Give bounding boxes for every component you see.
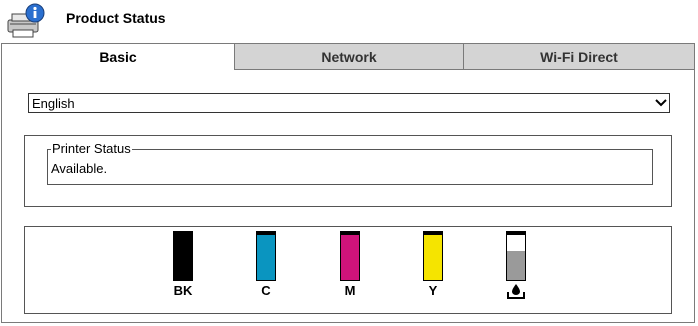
printer-status-fieldset: Printer Status Available.: [47, 141, 653, 185]
ink-cap: [174, 232, 192, 235]
ink-label-bk: BK: [173, 283, 193, 298]
ink-fill-y: [424, 234, 442, 280]
tab-basic[interactable]: Basic: [2, 44, 235, 70]
printer-status-value: Available.: [51, 161, 108, 176]
ink-label-m: M: [344, 283, 356, 298]
ink-label-y: Y: [428, 283, 438, 298]
language-select[interactable]: English: [28, 93, 670, 113]
ink-label-c: C: [261, 283, 271, 298]
ink-cartridge-y: [423, 231, 443, 281]
maintenance-box-fill: [507, 251, 525, 280]
status-panel: Basic Network Wi-Fi Direct English Print…: [1, 43, 695, 323]
tab-network[interactable]: Network: [235, 44, 464, 70]
language-select-value: English: [32, 95, 75, 111]
printer-info-icon: [7, 3, 45, 38]
tab-wifi-direct[interactable]: Wi-Fi Direct: [464, 44, 694, 70]
printer-status-legend: Printer Status: [51, 141, 132, 156]
chevron-down-icon[interactable]: [653, 94, 669, 112]
ink-cartridge-m: [340, 231, 360, 281]
ink-fill-c: [257, 234, 275, 280]
printer-status-box: Printer Status Available.: [24, 135, 672, 207]
ink-cap: [341, 232, 359, 235]
maintenance-box-level: [506, 231, 526, 281]
ink-cartridge-bk: [173, 231, 193, 281]
title-bar: Product Status: [0, 0, 698, 42]
ink-cartridge-c: [256, 231, 276, 281]
ink-cap: [424, 232, 442, 235]
maintenance-box-icon: [507, 284, 525, 299]
page-title: Product Status: [66, 10, 166, 26]
tab-bar: Basic Network Wi-Fi Direct: [2, 44, 694, 70]
ink-fill-bk: [174, 234, 192, 280]
ink-fill-m: [341, 234, 359, 280]
ink-cap: [257, 232, 275, 235]
ink-levels-box: BK C M Y: [24, 226, 672, 314]
ink-cap: [507, 232, 525, 235]
